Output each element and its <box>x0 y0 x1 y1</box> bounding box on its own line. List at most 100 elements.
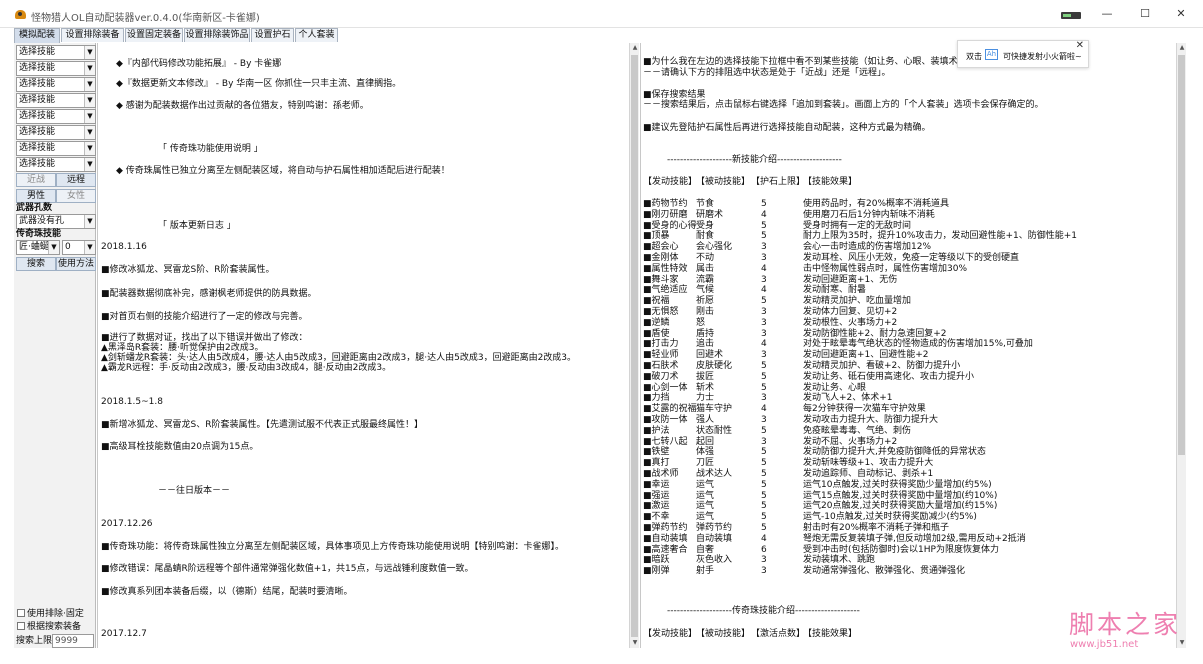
search-limit-input[interactable]: 9999 <box>52 634 94 648</box>
ranged-toggle[interactable]: 远程 <box>56 173 96 187</box>
search-button[interactable]: 搜索 <box>16 257 56 271</box>
minimize-button[interactable]: — <box>1094 6 1120 22</box>
use-exclude-fixed-checkbox[interactable]: 使用排除·固定 <box>17 609 84 620</box>
skill-cell: 运气-10点触发,过关时获得奖励减少(约5%) <box>803 512 977 523</box>
skill-cell: 祈愿 <box>696 296 715 307</box>
section-title: --------------------传奇珠技能介绍-------------… <box>667 606 860 616</box>
skill-cell: 发动回避距离+1、回避性能+2 <box>803 350 929 361</box>
skill-cell: 会心强化 <box>696 242 733 253</box>
skill-cell: ■受身的心得 <box>643 220 697 231</box>
skill-cell: ■打击力 <box>643 339 679 350</box>
skill-cell: 发动根性、火事场力+2 <box>803 317 898 328</box>
skill-cell: 5 <box>761 296 767 307</box>
skill-cell: 3 <box>761 242 767 253</box>
right-scrollbar[interactable]: ▲ ▼ <box>1176 43 1186 648</box>
faq-line: －－搜索结果后，点击鼠标右键选择「追加到套装」。画面上方的「个人套装」选项卡会保… <box>643 100 1044 110</box>
tab-exclude-decorations[interactable]: 设置排除装饰品 <box>184 28 250 42</box>
skill-cell: ■高速奢合 <box>643 544 688 555</box>
chevron-down-icon: ▼ <box>84 110 95 123</box>
skill-cell: 盾持 <box>696 328 715 339</box>
column-header: 【护石上限】 <box>751 177 806 187</box>
tab-exclude-equipment[interactable]: 设置排除装备 <box>61 28 124 42</box>
skill-cell: 发动飞人+2、体术+1 <box>803 393 893 404</box>
skill-cell: 自奢 <box>696 544 715 555</box>
search-equipment-checkbox[interactable]: 根据搜索装备 <box>17 622 81 633</box>
skill-cell: ■暗跃 <box>643 555 670 566</box>
skill-cell: ■七转八起 <box>643 436 688 447</box>
scroll-up-icon[interactable]: ▲ <box>1177 43 1187 53</box>
skill-row: ■金刚体 不动 3 发动耳栓、风压小无效，免疫一定等级以下的受创硬直 <box>641 253 1176 264</box>
female-toggle[interactable]: 女性 <box>56 189 96 203</box>
melee-toggle[interactable]: 近战 <box>16 173 56 187</box>
watermark-logo: 脚本之家 <box>1069 610 1182 639</box>
legend-skill-select[interactable]: 匠·蛐蜒伤 ▼ <box>16 240 60 255</box>
faq-line: －－请确认下方的排阻选中状态是处于「近战」还是「远程」。 <box>643 68 891 78</box>
legend-count-select[interactable]: 0 ▼ <box>62 240 96 255</box>
left-scrollbar[interactable]: ▲ ▼ <box>629 43 639 648</box>
legend-skill-label: 传奇珠技能 <box>16 229 62 239</box>
weapon-slots-select[interactable]: 武器没有孔 ▼ <box>16 214 96 229</box>
skill-cell: 耐力上限为35时，提升10%攻击力，发动回避性能+1、防御性能+1 <box>803 231 1077 242</box>
male-toggle[interactable]: 男性 <box>16 189 56 203</box>
info-line: ■修改真系列团本装备后缀，以（德斯）结尾，配装时要清晰。 <box>101 587 353 597</box>
weapon-slots-value: 武器没有孔 <box>19 216 65 226</box>
tab-charms[interactable]: 设置护石 <box>251 28 294 42</box>
skill-cell: 运气20点触发,过关时获得奖励大量增加(约15%) <box>803 501 998 512</box>
skill-select-8[interactable]: 选择技能 ▼ <box>16 157 96 172</box>
skill-select-3[interactable]: 选择技能 ▼ <box>16 77 96 92</box>
skill-select-4[interactable]: 选择技能 ▼ <box>16 93 96 108</box>
skill-row: ■顶暴 耐食 5 耐力上限为35时，提升10%攻击力，发动回避性能+1、防御性能+1 <box>641 231 1176 242</box>
skill-cell: 发动装填术、跳跑 <box>803 555 876 566</box>
skill-cell: 弹药节约 <box>696 523 733 533</box>
skill-cell: 耐食 <box>696 231 715 242</box>
skill-cell: 每2分钟获得一次猫车守护效果 <box>803 404 926 415</box>
scroll-thumb[interactable] <box>1178 55 1185 455</box>
skill-row: ■七转八起 起回 3 发动不屈、火事场力+2 <box>641 437 1176 448</box>
scroll-up-icon[interactable]: ▲ <box>630 43 640 53</box>
skill-cell: ■无惧怒 <box>643 307 679 317</box>
skill-cell: 发动精灵加护、吃血量增加 <box>803 296 912 307</box>
skill-cell: 受身 <box>696 220 715 231</box>
skill-cell: ■属性特效 <box>643 263 688 274</box>
chevron-down-icon: ▼ <box>48 241 59 254</box>
skill-select-2[interactable]: 选择技能 ▼ <box>16 61 96 76</box>
column-header: 【激活点数】 <box>751 629 806 639</box>
close-icon[interactable]: ✕ <box>1076 40 1084 51</box>
skill-select-7[interactable]: 选择技能 ▼ <box>16 141 96 156</box>
scroll-down-icon[interactable]: ▼ <box>630 638 640 648</box>
skill-cell: 刚击 <box>696 307 715 317</box>
tab-personal-sets[interactable]: 个人套装 <box>295 28 338 42</box>
usage-button[interactable]: 使用方法 <box>56 257 96 271</box>
skill-cell: 5 <box>761 469 767 479</box>
info-line: ◆『内部代码修改功能拓展』 - By 卡雀娜 <box>116 59 282 69</box>
tab-fixed-equipment[interactable]: 设置固定装备 <box>125 28 183 42</box>
skill-cell: 3 <box>761 555 767 566</box>
skill-cell: 发动防御性能+2、耐力急速回复+2 <box>803 328 947 339</box>
skill-select-5[interactable]: 选择技能 ▼ <box>16 109 96 124</box>
skill-cell: 射手 <box>696 566 715 577</box>
skill-cell: 会心一击时造成的伤害增加12% <box>803 242 932 253</box>
skill-select-1[interactable]: 选择技能 ▼ <box>16 45 96 60</box>
tab-simulate[interactable]: 模拟配装 <box>14 28 60 43</box>
skill-cell: 发动不屈、火事场力+2 <box>803 436 898 447</box>
info-line: ◆ 感谢为配装数据作出过贡献的各位猎友，特别鸣谢：孫老师。 <box>116 101 369 111</box>
info-line: ◆ 传奇珠属性已独立分离至左侧配装区域，将自动与护石属性相加适配后进行配装！ <box>116 166 450 176</box>
close-button[interactable]: ✕ <box>1168 6 1194 22</box>
skill-cell: 4 <box>761 339 767 350</box>
skill-cell: 发动斩味等级+1、攻击力提升大 <box>803 458 934 469</box>
skill-row: ■属性特效 属击 4 击中怪物属性弱点时，属性伤害增加30% <box>641 264 1176 275</box>
skill-select-6[interactable]: 选择技能 ▼ <box>16 125 96 140</box>
skill-cell: 流霸 <box>696 274 715 285</box>
skill-row: ■舞斗家 流霸 3 发动回避距离+1、无伤 <box>641 275 1176 286</box>
maximize-button[interactable]: ☐ <box>1132 6 1158 22</box>
skill-cell: 5 <box>761 371 767 382</box>
skill-cell: 免疫眩晕毒毒、气绝、刺伤 <box>803 425 912 436</box>
skill-cell: 击中怪物属性弱点时，属性伤害增加30% <box>803 263 968 274</box>
skill-cell: ■气绝适应 <box>643 285 688 296</box>
skill-row: ■铁壁 体强 5 发动防御力提升大,并免疫防御降低的异常状态 <box>641 447 1176 458</box>
skill-row: ■攻防一体 强人 3 发动攻击力提升大、防御力提升大 <box>641 415 1176 426</box>
legend-count-value: 0 <box>65 242 71 252</box>
chevron-down-icon: ▼ <box>84 46 95 59</box>
skill-cell: 属击 <box>696 263 715 274</box>
scroll-thumb[interactable] <box>631 55 638 637</box>
